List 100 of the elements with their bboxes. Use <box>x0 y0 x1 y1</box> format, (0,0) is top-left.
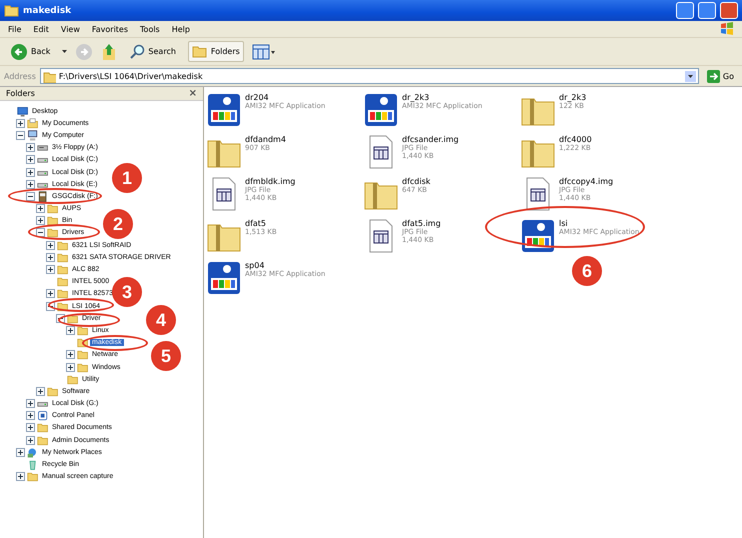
application-icon <box>364 93 398 127</box>
highlight-ellipse <box>48 298 114 312</box>
back-button[interactable]: Back <box>6 40 54 64</box>
step-number: 6 <box>572 256 602 286</box>
expand-icon[interactable] <box>66 326 75 335</box>
search-button[interactable]: Search <box>125 40 180 62</box>
expand-icon[interactable] <box>26 399 35 408</box>
windows-logo-icon <box>720 22 734 36</box>
expand-icon[interactable] <box>66 362 75 372</box>
maximize-button[interactable] <box>698 2 716 19</box>
expand-icon[interactable] <box>36 216 45 226</box>
close-button[interactable] <box>720 2 738 19</box>
application-icon <box>521 219 555 253</box>
file-name[interactable]: dr_2k3 <box>402 93 482 102</box>
expand-icon[interactable] <box>26 155 35 164</box>
folder-icon <box>57 288 68 300</box>
expand-icon[interactable] <box>46 252 55 262</box>
menu-item[interactable]: Favorites <box>92 24 128 34</box>
address-label: Address <box>4 72 36 80</box>
expand-icon[interactable] <box>26 423 35 432</box>
step-number: 2 <box>103 209 133 239</box>
expand-icon[interactable] <box>26 180 35 189</box>
folder-icon <box>192 44 208 59</box>
expand-icon[interactable] <box>26 143 35 152</box>
folder-icon <box>57 240 68 251</box>
folders-button[interactable]: Folders <box>188 41 244 62</box>
step-number: 1 <box>112 163 142 193</box>
folder-icon <box>4 3 19 18</box>
go-arrow-icon <box>706 70 720 82</box>
folder-icon <box>47 386 58 397</box>
views-icon <box>252 44 276 60</box>
minimize-button[interactable] <box>676 2 694 19</box>
expand-icon[interactable] <box>46 240 55 250</box>
file-name[interactable]: dfat5.img <box>402 219 441 228</box>
step-number: 5 <box>151 341 181 371</box>
application-icon <box>207 93 241 127</box>
folder-icon <box>42 70 56 82</box>
computer-icon <box>27 130 38 141</box>
dropdown-caret-icon <box>62 50 68 53</box>
pane-title: Folders <box>6 89 35 98</box>
go-button[interactable]: Go <box>702 68 738 84</box>
collapse-icon[interactable] <box>36 228 45 238</box>
file-name[interactable]: sp04 <box>245 261 326 270</box>
up-folder-icon <box>101 42 118 60</box>
search-icon <box>129 44 146 60</box>
folder-icon <box>37 434 48 446</box>
folder-icon <box>77 362 88 373</box>
file-name[interactable]: dfmbldk.img <box>245 177 296 186</box>
file-name[interactable]: dfat5 <box>245 219 277 228</box>
folder-icon <box>37 422 48 434</box>
expand-icon[interactable] <box>26 168 35 177</box>
expand-icon[interactable] <box>66 350 75 360</box>
menu-item[interactable]: View <box>60 24 80 34</box>
expand-icon[interactable] <box>36 386 45 396</box>
file-name[interactable]: dfccopy4.img <box>559 177 614 186</box>
file-name[interactable]: lsi <box>559 219 640 228</box>
close-pane-button[interactable]: × <box>188 88 197 99</box>
folder-icon <box>67 374 78 385</box>
highlight-ellipse <box>82 335 148 351</box>
file-name[interactable]: dfcdisk <box>402 177 430 186</box>
highlight-ellipse <box>58 313 120 327</box>
file-name[interactable]: dr204 <box>245 93 326 102</box>
recycle-bin-icon <box>27 459 38 470</box>
file-name[interactable]: dr_2k3 <box>559 93 586 102</box>
menu-item[interactable]: Tools <box>140 24 160 34</box>
expand-icon[interactable] <box>16 118 25 128</box>
control-panel-icon <box>37 410 48 422</box>
step-number: 4 <box>146 305 176 335</box>
window-title: makedisk <box>23 6 72 16</box>
expand-icon[interactable] <box>26 436 35 445</box>
expand-icon[interactable] <box>26 411 35 420</box>
menu-item[interactable]: Help <box>172 24 190 34</box>
folder-icon <box>47 203 58 214</box>
expand-icon[interactable] <box>36 204 45 214</box>
folder-icon <box>57 276 68 288</box>
menu-item[interactable]: Edit <box>33 24 49 34</box>
file-name[interactable]: dfcsander.img <box>402 135 459 144</box>
desktop-icon <box>17 106 28 117</box>
expand-icon[interactable] <box>46 265 55 274</box>
folder-icon <box>57 264 68 276</box>
folder-icon <box>47 215 58 226</box>
collapse-icon[interactable] <box>26 192 35 201</box>
folder-icon <box>47 227 58 238</box>
application-icon <box>207 261 241 295</box>
folder-icon <box>27 471 38 482</box>
file-name[interactable]: dfdandm4 <box>245 135 286 144</box>
address-field[interactable]: F:\Drivers\LSI 1064\Driver\makedisk <box>40 68 699 84</box>
step-number: 3 <box>112 277 142 307</box>
collapse-icon[interactable] <box>16 130 25 140</box>
folder-icon <box>77 324 88 336</box>
highlight-ellipse <box>28 224 100 240</box>
folder-icon <box>77 349 88 360</box>
expand-icon[interactable] <box>16 472 25 482</box>
cd-drive-icon <box>37 190 48 202</box>
documents-folder-icon <box>27 118 38 129</box>
menu-item[interactable]: File <box>8 24 22 34</box>
expand-icon[interactable] <box>46 289 55 298</box>
file-name[interactable]: dfc4000 <box>559 135 592 144</box>
expand-icon[interactable] <box>16 448 25 457</box>
network-icon <box>27 446 38 458</box>
